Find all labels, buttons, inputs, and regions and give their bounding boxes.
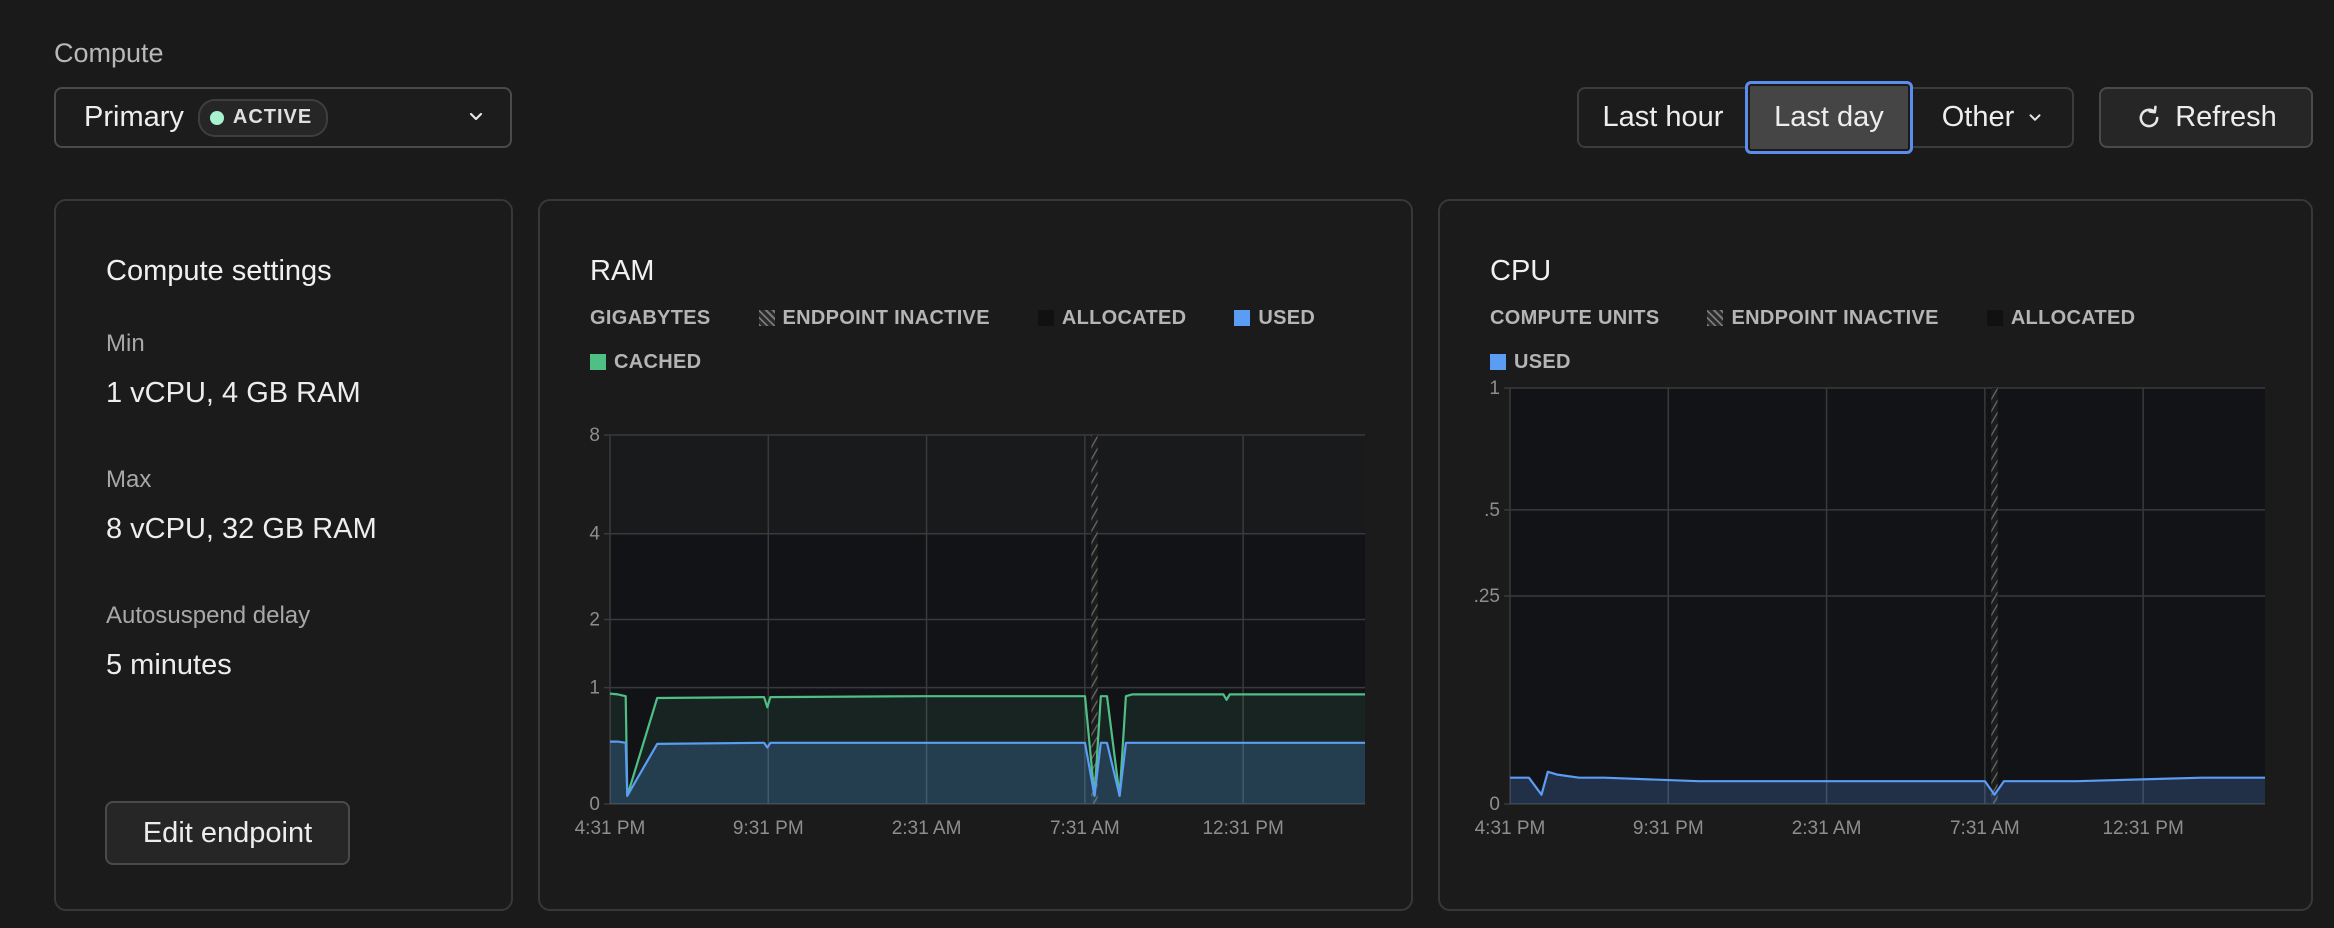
edit-endpoint-button[interactable]: Edit endpoint: [105, 801, 350, 865]
endpoint-select[interactable]: Primary ACTIVE: [54, 87, 512, 148]
ram-y-tick-label: 0: [589, 794, 600, 815]
cpu-inactive-band: [1991, 388, 1998, 804]
ram-y-tick-label: 1: [589, 678, 600, 699]
cpu-y-tick-label: .5: [1484, 500, 1500, 521]
refresh-button[interactable]: Refresh: [2099, 87, 2313, 148]
settings-title: Compute settings: [106, 255, 332, 287]
endpoint-name: Primary: [84, 101, 184, 133]
compute-settings-card: Compute settings Min 1 vCPU, 4 GB RAM Ma…: [54, 199, 513, 911]
chevron-down-icon: [469, 112, 483, 121]
ram-x-tick-label: 2:31 AM: [892, 818, 962, 839]
cpu-x-tick-label: 2:31 AM: [1792, 818, 1862, 839]
ram-y-tick-label: 4: [589, 524, 600, 545]
range-last-day-button[interactable]: Last day: [1745, 81, 1913, 154]
cpu-chart-card: CPU COMPUTE UNITS ENDPOINT INACTIVE ALLO…: [1438, 199, 2313, 911]
max-value: 8 vCPU, 32 GB RAM: [106, 513, 377, 545]
compute-section-label: Compute: [54, 38, 164, 68]
time-range-group: Last hour Other Last day: [1577, 81, 2074, 154]
autosuspend-label: Autosuspend delay: [106, 602, 311, 629]
cpu-x-tick-label: 12:31 PM: [2102, 818, 2183, 839]
min-label: Min: [106, 330, 145, 357]
cpu-y-tick-label: 0: [1489, 794, 1500, 815]
ram-x-tick-label: 12:31 PM: [1202, 818, 1283, 839]
range-last-hour-button[interactable]: Last hour: [1579, 89, 1747, 146]
status-badge-label: ACTIVE: [232, 106, 313, 128]
status-badge: ACTIVE: [197, 98, 329, 137]
ram-x-tick-label: 7:31 AM: [1050, 818, 1120, 839]
autosuspend-value: 5 minutes: [106, 649, 232, 681]
range-other-dropdown[interactable]: Other: [1913, 89, 2073, 146]
refresh-icon: [2139, 105, 2159, 127]
ram-chart: 4:31 PM 9:31 PM 2:31 AM 7:31 AM 12:31 PM 0 1 2 4…: [575, 425, 1365, 839]
cpu-y-tick-label: 1: [1489, 378, 1500, 399]
chevron-down-icon: [2029, 113, 2041, 121]
status-dot-icon: [209, 110, 224, 125]
ram-x-tick-label: 9:31 PM: [733, 818, 804, 839]
ram-y-tick-label: 2: [589, 610, 600, 631]
cpu-x-tick-label: 7:31 AM: [1950, 818, 2020, 839]
ram-chart-card: RAM GIGABYTES ENDPOINT INACTIVE ALLOCATE…: [538, 199, 1413, 911]
ram-y-tick-label: 8: [589, 425, 600, 446]
cpu-chart: 4:31 PM 9:31 PM 2:31 AM 7:31 AM 12:31 PM 0 .25…: [1474, 378, 2265, 839]
max-label: Max: [106, 466, 152, 493]
cpu-x-tick-label: 9:31 PM: [1633, 818, 1704, 839]
ram-used-area: [610, 741, 1365, 804]
cpu-x-tick-label: 4:31 PM: [1475, 818, 1546, 839]
min-value: 1 vCPU, 4 GB RAM: [106, 377, 361, 409]
cpu-y-tick-label: .25: [1474, 586, 1500, 607]
ram-x-tick-label: 4:31 PM: [575, 818, 646, 839]
